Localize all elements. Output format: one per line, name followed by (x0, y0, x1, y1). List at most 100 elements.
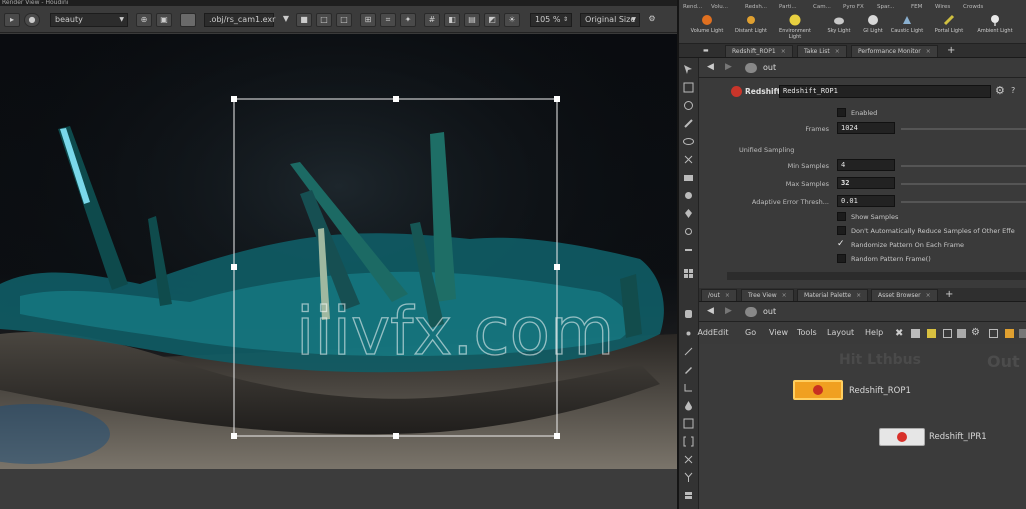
cross-icon[interactable] (683, 454, 694, 465)
grid-icon[interactable]: # (424, 13, 440, 27)
display-option-select[interactable]: beauty ▼ (50, 13, 128, 27)
lock-region-icon[interactable]: ⊞ (360, 13, 376, 27)
network-settings-icon[interactable]: ⚙ (971, 327, 980, 338)
pin-icon[interactable] (683, 208, 694, 219)
brush-icon[interactable] (683, 118, 694, 129)
frames-field[interactable]: 1024 (837, 122, 895, 134)
snap-icon[interactable] (683, 154, 694, 165)
grid-view-icon[interactable] (683, 268, 694, 279)
compare-icon[interactable]: ◧ (444, 13, 460, 27)
menu-tools[interactable]: Tools (797, 326, 817, 340)
portal-light-tool[interactable]: Portal Light (927, 14, 971, 42)
shelf-tab[interactable]: Parti... (779, 2, 797, 12)
adaptive-error-slider[interactable] (901, 201, 1026, 203)
image-path-field[interactable]: .obj/rs_cam1.exr (204, 13, 275, 27)
channel-red-icon[interactable]: □ (316, 13, 332, 27)
max-samples-slider[interactable] (901, 183, 1026, 185)
snapshot-icon[interactable]: ▣ (156, 13, 172, 27)
tag-icon[interactable] (683, 226, 694, 237)
menu-view[interactable]: View (769, 326, 788, 340)
overflow-icon[interactable] (1019, 329, 1026, 338)
zoom-field[interactable]: 105 % ⇕ (530, 13, 572, 27)
menu-help[interactable]: Help (865, 326, 883, 340)
frame-icon[interactable] (683, 418, 694, 429)
hand-icon[interactable] (683, 308, 694, 319)
ambient-light-tool[interactable]: Ambient Light (973, 14, 1017, 42)
random-pattern-frame-checkbox[interactable] (837, 254, 846, 263)
bracket-icon[interactable] (683, 436, 694, 447)
param-path[interactable]: out (763, 63, 776, 72)
tab-material-palette[interactable]: Material Palette × (797, 289, 869, 301)
tab-asset-browser[interactable]: Asset Browser × (871, 289, 938, 301)
path-dropdown-icon[interactable]: ▼ (278, 13, 294, 27)
render-button[interactable]: ▸ (4, 13, 20, 27)
add-tab-icon[interactable]: + (941, 45, 961, 57)
forward-arrow-icon[interactable]: ▶ (725, 62, 732, 72)
viewer-settings-icon[interactable]: ⚙ (644, 13, 660, 27)
distant-light-tool[interactable]: Distant Light (729, 14, 773, 42)
randomize-pattern-checkbox[interactable]: ✓ (837, 240, 846, 249)
render-image[interactable]: iiivfx.com (0, 34, 677, 469)
eye-icon[interactable] (683, 136, 694, 147)
min-samples-field[interactable]: 4 (837, 159, 895, 171)
pen-icon[interactable] (683, 364, 694, 375)
param-scrollbar[interactable] (727, 272, 1026, 280)
shelf-tab[interactable]: Wires (935, 2, 950, 12)
environment-light-tool[interactable]: Environment Light (773, 14, 817, 42)
menu-layout[interactable]: Layout (827, 326, 854, 340)
wire-icon[interactable] (683, 346, 694, 357)
stack-icon[interactable] (683, 490, 694, 501)
node-body[interactable] (793, 380, 843, 400)
pane-menu-icon[interactable]: ▬ (697, 45, 715, 57)
network-forward-icon[interactable]: ▶ (725, 306, 732, 316)
menu-edit[interactable]: Edit (713, 326, 729, 340)
shelf-tab[interactable]: Crowds (963, 2, 983, 12)
node-body[interactable] (879, 428, 925, 446)
frames-slider[interactable] (901, 128, 1026, 130)
layout-icon[interactable] (683, 382, 694, 393)
enabled-checkbox[interactable] (837, 108, 846, 117)
network-editor[interactable]: Hit Lthbus Out Redshift_ROP1 Redshift_IP… (699, 344, 1026, 509)
add-network-tab-icon[interactable]: + (939, 289, 959, 301)
sticky-note-icon[interactable] (927, 329, 936, 338)
camera-icon[interactable] (683, 172, 694, 183)
fit-mode-select[interactable]: Original Size ▼ (580, 13, 640, 27)
shelf-tab[interactable]: FEM (911, 2, 922, 12)
exposure-icon[interactable]: ☀ (504, 13, 520, 27)
crop-icon[interactable]: ⌗ (380, 13, 396, 27)
back-arrow-icon[interactable]: ◀ (707, 62, 714, 72)
list-view-icon[interactable] (911, 329, 920, 338)
tab-tree-view[interactable]: Tree View × (741, 289, 794, 301)
handle-icon[interactable] (683, 100, 694, 111)
preview-icon[interactable] (989, 329, 998, 338)
histogram-icon[interactable]: ▤ (464, 13, 480, 27)
gear-icon[interactable]: ⚙ (995, 84, 1005, 97)
zoom-region-icon[interactable]: ⊕ (136, 13, 152, 27)
shelf-tab[interactable]: Volu... (711, 2, 728, 12)
shelf-tab[interactable]: Pyro FX (843, 2, 864, 12)
select-icon[interactable] (683, 64, 694, 75)
color-swatch-icon[interactable] (180, 13, 196, 27)
overlay-icon[interactable]: ◩ (484, 13, 500, 27)
caustic-light-tool[interactable]: Caustic Light (885, 14, 929, 42)
stop-render-icon[interactable]: ● (24, 13, 40, 27)
volume-light-tool[interactable]: Volume Light (685, 14, 729, 42)
wrench-icon[interactable]: ✖ (895, 328, 903, 339)
shelf-tab[interactable]: Redsh... (745, 2, 767, 12)
light-icon[interactable] (683, 190, 694, 201)
tab-redshift-rop1[interactable]: Redshift_ROP1 × (725, 45, 793, 57)
adaptive-error-field[interactable]: 0.01 (837, 195, 895, 207)
link-icon[interactable] (683, 244, 694, 255)
tab-out[interactable]: /out × (701, 289, 737, 301)
network-path[interactable]: out (763, 307, 776, 316)
node-name-field[interactable]: Redshift_ROP1 (779, 85, 991, 98)
help-icon[interactable]: ? (1011, 86, 1015, 95)
flag-icon[interactable] (1005, 329, 1014, 338)
shelf-tab[interactable]: Rend... (683, 2, 702, 12)
branch-icon[interactable] (683, 472, 694, 483)
dont-reduce-samples-checkbox[interactable] (837, 226, 846, 235)
channel-green-icon[interactable]: □ (336, 13, 352, 27)
show-samples-checkbox[interactable] (837, 212, 846, 221)
min-samples-slider[interactable] (901, 165, 1026, 167)
snap-grid-icon[interactable] (957, 329, 966, 338)
